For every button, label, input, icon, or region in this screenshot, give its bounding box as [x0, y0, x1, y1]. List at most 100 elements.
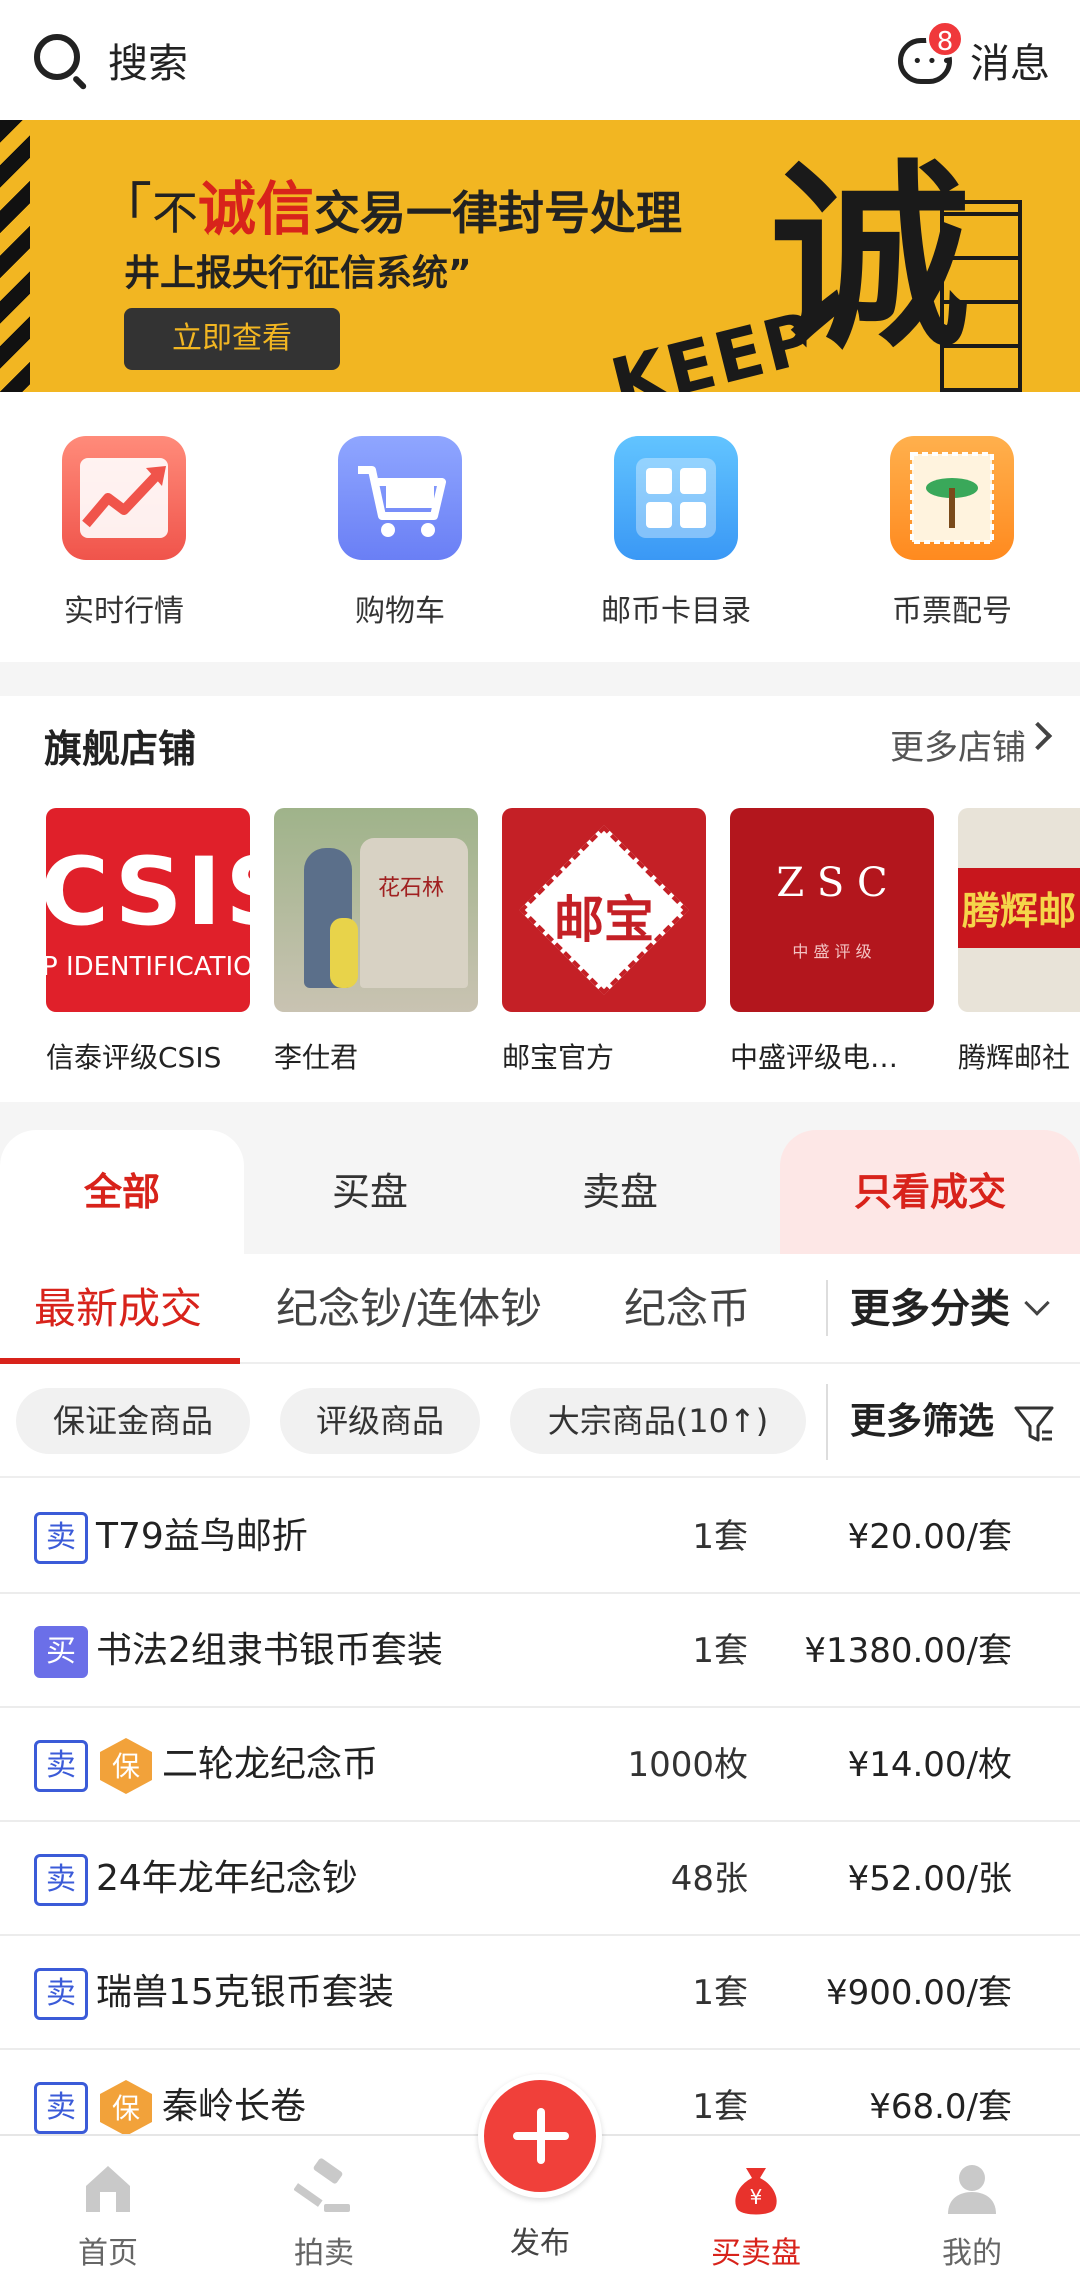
bottom-nav: 首页 拍卖 发布 ¥ 买卖盘 我的 [0, 2074, 1080, 2278]
quick-market[interactable]: 实时行情 [24, 436, 224, 630]
user-icon [948, 2165, 996, 2214]
deal-row[interactable]: 卖 T79益鸟邮折 1套 ¥20.00/套 [0, 1480, 1080, 1594]
stamp-icon [890, 436, 1014, 560]
more-filters-button[interactable]: 更多筛选 [850, 1366, 994, 1478]
nav-auction[interactable]: 拍卖 [244, 2136, 404, 2278]
store-card[interactable]: Z S C 中 盛 评 级 中盛评级电… [730, 808, 934, 1076]
flagship-stores: 旗舰店铺 更多店铺 CSIS P IDENTIFICATIO 信泰评级CSIS … [0, 696, 1080, 1102]
view-now-button[interactable]: 立即查看 [124, 308, 340, 370]
home-icon [86, 2166, 130, 2212]
funnel-icon [1014, 1406, 1054, 1442]
item-name: 24年龙年纪念钞 [96, 1858, 358, 1899]
store-logo: CSIS P IDENTIFICATIO [46, 808, 250, 1012]
item-name: 秦岭长卷 [162, 2086, 307, 2127]
divider [826, 1280, 828, 1336]
messages-label: 消息 [970, 41, 1050, 87]
item-quantity: 48张 [670, 1859, 748, 1899]
deal-row[interactable]: 卖 24年龙年纪念钞 48张 ¥52.00/张 [0, 1822, 1080, 1936]
shopping-cart-icon [338, 436, 462, 560]
nav-home[interactable]: 首页 [28, 2136, 188, 2278]
guarantee-badge-icon: 保 [100, 2080, 152, 2134]
more-categories-button[interactable]: 更多分类 [850, 1254, 1010, 1364]
quick-catalog[interactable]: 邮币卡目录 [576, 436, 776, 630]
banner-headline: 「不诚信交易一律封号处理 [96, 175, 683, 243]
search-button[interactable]: 搜索 [30, 30, 188, 91]
market-panel: 全部 买盘 卖盘 只看成交 最新成交 纪念钞/连体钞 纪念币 更多分类 保证金商… [0, 1130, 1080, 2134]
item-name: T79益鸟邮折 [96, 1516, 308, 1557]
store-card[interactable]: 花石林 李仕君 [274, 808, 478, 1076]
store-logo: Z S C 中 盛 评 级 [730, 808, 934, 1012]
divider [826, 1384, 828, 1460]
guarantee-badge-icon: 保 [100, 1738, 152, 1794]
search-label: 搜索 [108, 41, 188, 87]
item-name: 书法2组隶书银币套装 [96, 1630, 443, 1671]
catalog-grid-icon [614, 436, 738, 560]
item-quantity: 1套 [692, 2087, 748, 2127]
store-card[interactable]: CSIS P IDENTIFICATIO 信泰评级CSIS [46, 808, 250, 1076]
segment-bar: 全部 买盘 卖盘 只看成交 [0, 1130, 1080, 1254]
message-count-badge: 8 [926, 20, 964, 58]
only-deals-toggle[interactable]: 只看成交 [780, 1130, 1080, 1254]
svg-text:保: 保 [112, 2092, 140, 2125]
publish-button[interactable] [478, 2074, 602, 2198]
item-price: ¥68.0/套 [869, 2087, 1012, 2127]
tab-commemorative-coins[interactable]: 纪念币 [624, 1254, 750, 1364]
sell-tag: 卖 [34, 1854, 88, 1906]
search-icon [30, 30, 90, 91]
section-title: 旗舰店铺 [44, 727, 197, 771]
segment-sell[interactable]: 卖盘 [520, 1130, 720, 1254]
deal-row[interactable]: 卖 保 二轮龙纪念币 1000枚 ¥14.00/枚 [0, 1708, 1080, 1822]
sell-tag: 卖 [34, 1740, 88, 1792]
store-card[interactable]: 邮宝 邮宝官方 [502, 808, 706, 1076]
more-stores-link[interactable]: 更多店铺 [890, 720, 1026, 769]
chevron-down-icon [1024, 1290, 1050, 1316]
buy-tag: 买 [34, 1626, 88, 1678]
integrity-banner[interactable]: 「不诚信交易一律封号处理 井上报央行征信系统” 立即查看 KEEP 诚 [0, 120, 1080, 392]
trend-chart-icon [62, 436, 186, 560]
banner-subline: 井上报央行征信系统” [124, 253, 472, 294]
filter-bulk-goods[interactable]: 大宗商品(10↑) [510, 1388, 806, 1454]
svg-text:保: 保 [112, 1750, 140, 1783]
gavel-icon [294, 2158, 350, 2212]
sell-tag: 卖 [34, 1968, 88, 2020]
warning-stripe [0, 120, 30, 392]
deal-row[interactable]: 买 书法2组隶书银币套装 1套 ¥1380.00/套 [0, 1594, 1080, 1708]
filter-bar: 保证金商品 评级商品 大宗商品(10↑) 更多筛选 [0, 1366, 1080, 1478]
nav-market[interactable]: ¥ 买卖盘 [676, 2136, 836, 2278]
money-bag-icon: ¥ [735, 2168, 777, 2215]
item-quantity: 1套 [692, 1973, 748, 2013]
item-quantity: 1套 [692, 1631, 748, 1671]
publish-label[interactable]: 发布 [460, 2218, 620, 2262]
messages-button[interactable]: ••• 8 消息 [898, 20, 1050, 89]
scaffold-graphic [940, 200, 1022, 392]
category-tabs: 最新成交 纪念钞/连体钞 纪念币 更多分类 [0, 1254, 1080, 1364]
item-quantity: 1套 [692, 1517, 748, 1557]
quick-cart[interactable]: 购物车 [300, 436, 500, 630]
top-bar: 搜索 ••• 8 消息 [0, 0, 1080, 120]
sell-tag: 卖 [34, 1512, 88, 1564]
nav-mine[interactable]: 我的 [892, 2136, 1052, 2278]
store-card[interactable]: 腾辉邮 腾辉邮社 [958, 808, 1080, 1076]
segment-all[interactable]: 全部 [0, 1130, 244, 1254]
item-name: 二轮龙纪念币 [162, 1744, 379, 1785]
item-quantity: 1000枚 [627, 1745, 748, 1785]
item-price: ¥900.00/套 [825, 1973, 1012, 2013]
tab-commemorative-notes[interactable]: 纪念钞/连体钞 [276, 1254, 542, 1364]
item-price: ¥20.00/套 [847, 1517, 1012, 1557]
active-tab-indicator [0, 1358, 240, 1364]
svg-text:¥: ¥ [750, 2185, 763, 2209]
filter-deposit-goods[interactable]: 保证金商品 [16, 1388, 250, 1454]
quick-stamp-match[interactable]: 币票配号 [852, 436, 1052, 630]
filter-graded-goods[interactable]: 评级商品 [280, 1388, 480, 1454]
chevron-right-icon [1023, 721, 1053, 751]
segment-buy[interactable]: 买盘 [270, 1130, 470, 1254]
item-price: ¥52.00/张 [847, 1859, 1012, 1899]
chat-bubble-icon: ••• 8 [898, 20, 964, 88]
quick-actions: 实时行情 购物车 邮币卡目录 币票配号 [0, 392, 1080, 662]
store-photo: 腾辉邮 [958, 808, 1080, 1012]
tab-latest-deals[interactable]: 最新成交 [34, 1254, 202, 1364]
store-logo: 邮宝 [502, 808, 706, 1012]
item-price: ¥14.00/枚 [847, 1745, 1012, 1785]
item-price: ¥1380.00/套 [804, 1631, 1012, 1671]
deal-row[interactable]: 卖 瑞兽15克银币套装 1套 ¥900.00/套 [0, 1936, 1080, 2050]
